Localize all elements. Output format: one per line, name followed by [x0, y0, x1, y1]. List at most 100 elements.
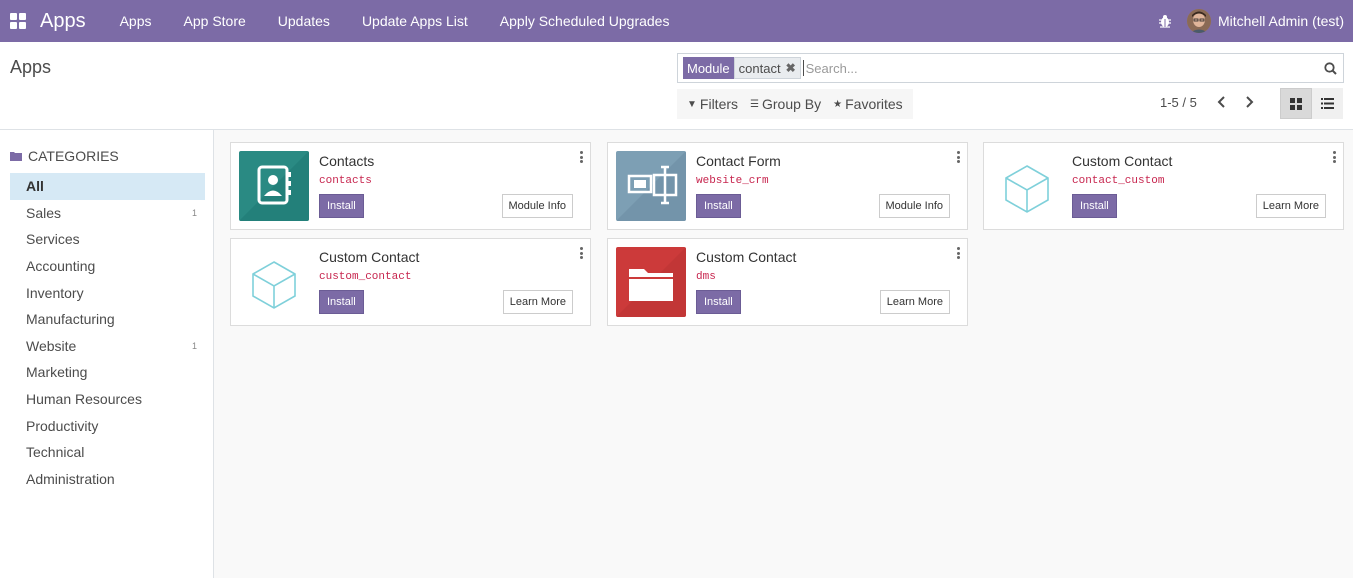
category-label: Services — [26, 231, 80, 248]
install-button[interactable]: Install — [319, 194, 364, 218]
module-technical-name: contact_custom — [1072, 175, 1165, 187]
install-button[interactable]: Install — [696, 194, 741, 218]
bars-icon: ☰ — [750, 98, 759, 110]
search-options: ▼ Filters ☰ Group By ★ Favorites — [677, 89, 913, 119]
module-title: Custom Contact — [319, 249, 420, 265]
facet-value-text: contact — [738, 60, 781, 76]
module-card-dms[interactable]: Custom Contact dms Install Learn More — [607, 238, 968, 326]
category-item-all[interactable]: All — [10, 173, 205, 200]
folder-icon — [10, 148, 22, 164]
page-title: Apps — [10, 57, 52, 77]
module-info-button[interactable]: Module Info — [501, 194, 573, 218]
search-icon[interactable] — [1317, 61, 1343, 75]
category-label: Human Resources — [26, 391, 142, 408]
filters-button[interactable]: ▼ Filters — [681, 96, 744, 112]
category-label: Accounting — [26, 258, 96, 275]
contact-form-icon — [616, 151, 686, 221]
categories-header: CATEGORIES — [10, 148, 119, 164]
card-menu-icon[interactable] — [955, 247, 961, 259]
category-label: Manufacturing — [26, 311, 115, 328]
install-button[interactable]: Install — [319, 290, 364, 314]
app-brand[interactable]: Apps — [40, 10, 86, 33]
module-card-contact-custom[interactable]: Custom Contact contact_custom Install Le… — [983, 142, 1344, 230]
search-input[interactable] — [802, 60, 1317, 76]
card-menu-icon[interactable] — [578, 247, 584, 259]
chevron-right-icon[interactable] — [1241, 92, 1257, 112]
categories-title: CATEGORIES — [28, 148, 119, 164]
category-label: Administration — [26, 470, 115, 487]
groupby-button[interactable]: ☰ Group By — [744, 96, 827, 112]
category-item-productivity[interactable]: Productivity — [10, 412, 205, 439]
kanban-view-button[interactable] — [1280, 88, 1312, 119]
control-panel: Apps Module contact ✖ ▼ Filters ☰ Group … — [0, 42, 1353, 130]
install-button[interactable]: Install — [696, 290, 741, 314]
category-item-website[interactable]: Website 1 — [10, 333, 205, 360]
module-technical-name: website_crm — [696, 175, 769, 187]
category-item-inventory[interactable]: Inventory — [10, 279, 205, 306]
main-menu: Apps App Store Updates Update Apps List … — [104, 0, 686, 42]
contacts-book-icon — [239, 151, 309, 221]
module-technical-name: contacts — [319, 175, 372, 187]
learn-more-button[interactable]: Learn More — [502, 290, 573, 314]
top-navbar: Apps Apps App Store Updates Update Apps … — [0, 0, 1353, 42]
category-item-administration[interactable]: Administration — [10, 466, 205, 493]
user-avatar[interactable] — [1186, 9, 1211, 33]
category-list: All Sales 1 Services Accounting Inventory… — [10, 173, 205, 492]
bug-icon[interactable] — [1147, 0, 1183, 42]
category-label: Productivity — [26, 417, 99, 434]
module-technical-name: dms — [696, 271, 716, 283]
category-label: Sales — [26, 204, 62, 221]
menu-item-apply-scheduled-upgrades[interactable]: Apply Scheduled Upgrades — [484, 0, 686, 42]
menu-item-updates[interactable]: Updates — [262, 0, 346, 42]
chevron-left-icon[interactable] — [1213, 92, 1229, 112]
learn-more-button[interactable]: Learn More — [1255, 194, 1326, 218]
module-info-button[interactable]: Module Info — [878, 194, 950, 218]
category-item-sales[interactable]: Sales 1 — [10, 200, 205, 227]
user-menu-name[interactable]: Mitchell Admin (test) — [1218, 13, 1344, 29]
category-item-human-resources[interactable]: Human Resources — [10, 386, 205, 413]
pager-value[interactable]: 1-5 / 5 — [1160, 95, 1197, 110]
category-item-manufacturing[interactable]: Manufacturing — [10, 306, 205, 333]
category-count: 1 — [191, 340, 197, 351]
card-menu-icon[interactable] — [955, 151, 961, 163]
search-bar[interactable]: Module contact ✖ — [677, 53, 1344, 83]
module-card-contact-form[interactable]: Contact Form website_crm Install Module … — [607, 142, 968, 230]
list-view-button[interactable] — [1312, 88, 1343, 119]
card-menu-icon[interactable] — [1331, 151, 1337, 163]
module-technical-name: custom_contact — [319, 271, 412, 283]
th-large-icon — [1290, 97, 1302, 110]
facet-label: Module — [683, 57, 734, 79]
category-item-services[interactable]: Services — [10, 226, 205, 253]
app-switcher-icon[interactable] — [0, 0, 36, 42]
learn-more-button[interactable]: Learn More — [879, 290, 950, 314]
menu-item-apps[interactable]: Apps — [104, 0, 168, 42]
module-title: Custom Contact — [696, 249, 797, 265]
kanban-view: Contacts contacts Install Module Info Co… — [214, 130, 1353, 578]
module-title: Custom Contact — [1072, 153, 1173, 169]
favorites-button[interactable]: ★ Favorites — [827, 96, 909, 112]
cube-icon — [239, 247, 309, 317]
filters-label: Filters — [699, 96, 739, 112]
groupby-label: Group By — [762, 96, 822, 112]
category-item-technical[interactable]: Technical — [10, 439, 205, 466]
star-icon: ★ — [833, 98, 843, 110]
list-icon — [1321, 98, 1334, 109]
category-item-marketing[interactable]: Marketing — [10, 359, 205, 386]
category-label: Technical — [26, 444, 85, 461]
module-title: Contact Form — [696, 153, 781, 169]
category-label: All — [26, 178, 44, 195]
folder-icon — [616, 247, 686, 317]
category-item-accounting[interactable]: Accounting — [10, 253, 205, 280]
facet-value: contact ✖ — [733, 57, 801, 79]
category-sidebar: CATEGORIES All Sales 1 Services Accountin… — [0, 130, 214, 578]
cube-icon — [992, 151, 1062, 221]
category-label: Inventory — [26, 284, 84, 301]
module-card-custom-contact[interactable]: Custom Contact custom_contact Install Le… — [230, 238, 591, 326]
card-menu-icon[interactable] — [578, 151, 584, 163]
menu-item-app-store[interactable]: App Store — [168, 0, 262, 42]
menu-item-update-apps-list[interactable]: Update Apps List — [346, 0, 484, 42]
install-button[interactable]: Install — [1072, 194, 1117, 218]
filter-icon: ▼ — [687, 98, 697, 110]
module-card-contacts[interactable]: Contacts contacts Install Module Info — [230, 142, 591, 230]
remove-facet-icon[interactable]: ✖ — [786, 61, 796, 75]
